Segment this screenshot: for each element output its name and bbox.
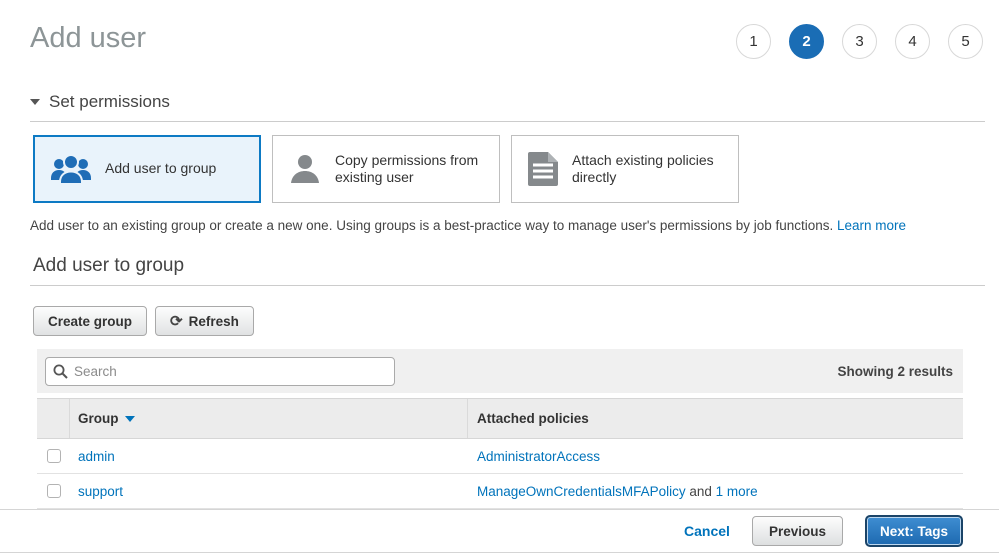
section-divider xyxy=(30,121,985,122)
group-section-heading: Add user to group xyxy=(33,255,969,277)
step-3[interactable]: 3 xyxy=(842,24,877,59)
search-icon xyxy=(53,364,68,384)
group-link[interactable]: admin xyxy=(78,449,115,464)
user-icon xyxy=(287,151,323,187)
step-2-active[interactable]: 2 xyxy=(789,24,824,59)
cancel-button[interactable]: Cancel xyxy=(684,523,730,539)
step-4[interactable]: 4 xyxy=(895,24,930,59)
row-checkbox[interactable] xyxy=(47,449,61,463)
column-header-attached-policies: Attached policies xyxy=(468,411,963,426)
sort-descending-icon xyxy=(125,416,135,422)
step-5[interactable]: 5 xyxy=(948,24,983,59)
refresh-label: Refresh xyxy=(189,314,239,329)
option-label: Attach existing policies directly xyxy=(572,152,728,187)
set-permissions-header[interactable]: Set permissions xyxy=(30,92,969,112)
group-section-divider xyxy=(30,285,985,286)
table-header-row: Group Attached policies xyxy=(37,398,963,439)
table-row-admin: admin AdministratorAccess xyxy=(37,439,963,474)
set-permissions-label: Set permissions xyxy=(49,92,170,112)
group-column-label: Group xyxy=(78,411,119,426)
next-tags-button[interactable]: Next: Tags xyxy=(865,515,963,547)
table-toolbar: Showing 2 results xyxy=(37,349,963,393)
refresh-button[interactable]: ⟳ Refresh xyxy=(155,306,254,336)
group-link[interactable]: support xyxy=(78,484,123,499)
refresh-icon: ⟳ xyxy=(170,314,183,329)
results-count: Showing 2 results xyxy=(837,364,953,379)
page-title: Add user xyxy=(30,22,146,55)
search-input[interactable] xyxy=(45,357,395,386)
policy-separator: and xyxy=(686,484,716,499)
column-header-group[interactable]: Group xyxy=(70,399,468,438)
permissions-description: Add user to an existing group or create … xyxy=(30,218,969,233)
create-group-button[interactable]: Create group xyxy=(33,306,147,336)
header-checkbox-column xyxy=(37,399,70,438)
wizard-header: Add user 1 2 3 4 5 xyxy=(0,0,999,76)
collapse-caret-icon xyxy=(30,99,40,105)
option-label: Add user to group xyxy=(105,160,216,178)
learn-more-link[interactable]: Learn more xyxy=(837,218,906,233)
row-checkbox[interactable] xyxy=(47,484,61,498)
wizard-footer: Cancel Previous Next: Tags xyxy=(0,509,999,553)
document-icon xyxy=(526,150,560,188)
policy-link[interactable]: AdministratorAccess xyxy=(477,449,600,464)
policy-link[interactable]: ManageOwnCredentialsMFAPolicy xyxy=(477,484,686,499)
description-text: Add user to an existing group or create … xyxy=(30,218,837,233)
permission-option-cards: Add user to group Copy permissions from … xyxy=(33,135,999,203)
option-copy-permissions[interactable]: Copy permissions from existing user xyxy=(272,135,500,203)
create-group-label: Create group xyxy=(48,314,132,329)
groups-table: Showing 2 results Group Attached policie… xyxy=(37,349,963,509)
more-policies-link[interactable]: 1 more xyxy=(716,484,758,499)
search-box xyxy=(45,357,395,386)
option-attach-policies[interactable]: Attach existing policies directly xyxy=(511,135,739,203)
option-label: Copy permissions from existing user xyxy=(335,152,489,187)
step-1[interactable]: 1 xyxy=(736,24,771,59)
wizard-steps: 1 2 3 4 5 xyxy=(736,24,983,59)
group-toolbar: Create group ⟳ Refresh xyxy=(33,306,999,336)
group-icon xyxy=(49,152,93,186)
previous-button[interactable]: Previous xyxy=(752,516,843,546)
table-row-support: support ManageOwnCredentialsMFAPolicy an… xyxy=(37,474,963,509)
option-add-user-to-group[interactable]: Add user to group xyxy=(33,135,261,203)
